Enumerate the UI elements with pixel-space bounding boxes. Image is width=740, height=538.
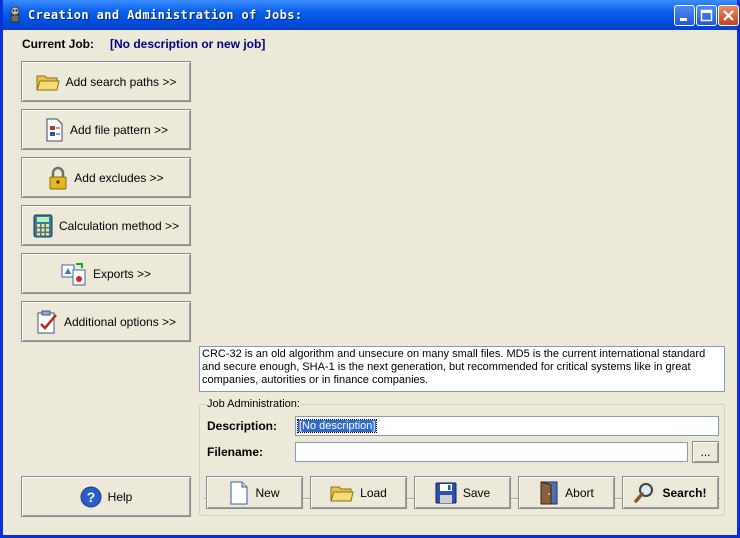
algorithm-info-text: CRC-32 is an old algorithm and unsecure …: [199, 346, 725, 392]
close-icon: [723, 10, 734, 21]
svg-text:?: ?: [86, 489, 95, 505]
add-excludes-label: Add excludes >>: [74, 170, 164, 185]
new-label: New: [255, 485, 280, 500]
current-job-value: [No description or new job]: [110, 37, 266, 51]
additional-options-label: Additional options >>: [63, 314, 177, 329]
help-label: Help: [107, 489, 133, 504]
browse-button[interactable]: ...: [692, 441, 719, 463]
calculator-icon: [33, 214, 53, 237]
title-bar[interactable]: Creation and Administration of Jobs:: [3, 0, 739, 30]
description-label: Description:: [207, 419, 278, 433]
app-icon: [10, 6, 20, 23]
save-label: Save: [462, 485, 491, 500]
abort-label: Abort: [565, 485, 594, 500]
floppy-disk-icon: [435, 482, 457, 503]
filename-input[interactable]: [295, 442, 688, 462]
maximize-icon: [700, 9, 713, 22]
magnifier-icon: [634, 482, 654, 503]
file-pattern-icon: [46, 118, 63, 141]
filename-label: Filename:: [207, 445, 264, 459]
new-button[interactable]: New: [206, 476, 303, 509]
minimize-icon: [680, 18, 687, 21]
lock-icon: [49, 166, 67, 189]
folder-icon: [35, 75, 60, 90]
exports-icon: [61, 262, 86, 285]
checklist-icon: [37, 310, 57, 333]
browse-label: ...: [700, 445, 711, 459]
window-content: Current Job: [No description or new job]…: [3, 30, 737, 535]
search-label: Search!: [662, 485, 707, 500]
save-button[interactable]: Save: [414, 476, 511, 509]
add-excludes-button[interactable]: Add excludes >>: [21, 157, 191, 198]
additional-options-button[interactable]: Additional options >>: [21, 301, 191, 342]
search-button[interactable]: Search!: [622, 476, 719, 509]
door-icon: [540, 480, 558, 504]
description-value: [No description]: [296, 419, 378, 433]
calculation-method-label: Calculation method >>: [58, 218, 180, 233]
job-administration-title: Job Administration:: [206, 398, 301, 410]
current-job-label: Current Job:: [22, 37, 94, 51]
minimize-button[interactable]: [674, 5, 695, 26]
exports-button[interactable]: Exports >>: [21, 253, 191, 294]
add-search-paths-button[interactable]: Add search paths >>: [21, 61, 191, 102]
close-button[interactable]: [718, 5, 739, 26]
window-title: Creation and Administration of Jobs:: [28, 8, 303, 22]
jobs-window: Creation and Administration of Jobs: Cur…: [0, 0, 740, 538]
help-icon: ?: [80, 486, 102, 507]
add-file-pattern-label: Add file pattern >>: [69, 122, 169, 137]
help-button[interactable]: ? Help: [21, 476, 191, 517]
calculation-method-button[interactable]: Calculation method >>: [21, 205, 191, 246]
maximize-button[interactable]: [696, 5, 717, 26]
load-label: Load: [360, 485, 387, 500]
abort-button[interactable]: Abort: [518, 476, 615, 509]
load-button[interactable]: Load: [310, 476, 407, 509]
add-file-pattern-button[interactable]: Add file pattern >>: [21, 109, 191, 150]
add-search-paths-label: Add search paths >>: [65, 74, 177, 89]
description-input[interactable]: [No description]: [295, 416, 719, 436]
open-folder-icon: [330, 486, 354, 501]
exports-label: Exports >>: [92, 266, 152, 281]
new-document-icon: [230, 481, 248, 504]
